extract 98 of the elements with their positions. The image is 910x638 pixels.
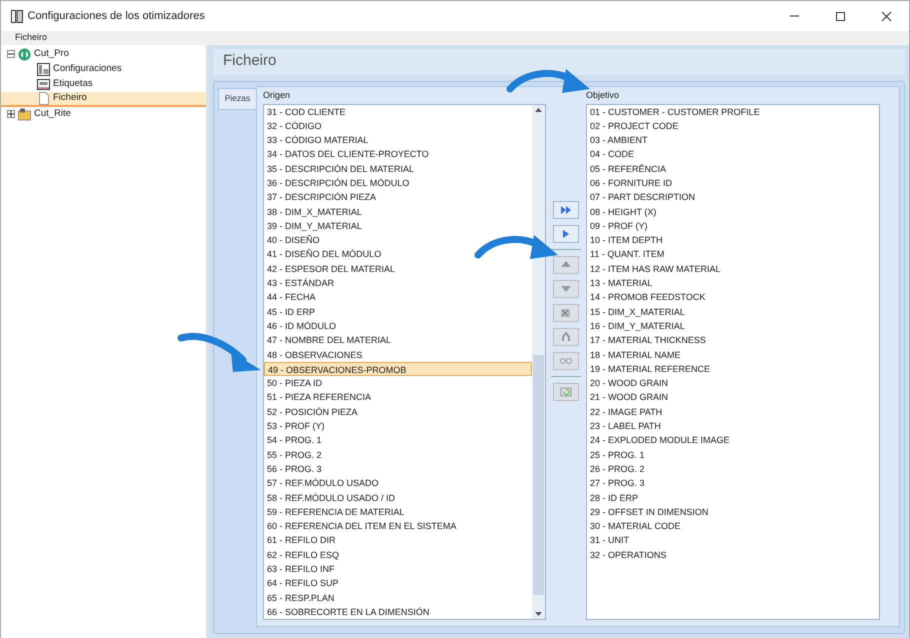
list-item[interactable]: 30 - MATERIAL CODE — [587, 519, 681, 534]
list-item[interactable]: 10 - ITEM DEPTH — [587, 233, 663, 248]
list-item[interactable]: 05 - REFERÊNCIA — [587, 162, 666, 176]
list-item[interactable]: 43 - ESTÁNDAR — [264, 276, 334, 290]
tree-item[interactable]: Cut_Pro — [1, 46, 206, 62]
list-item[interactable]: 04 - CODE — [587, 147, 634, 162]
list-item[interactable]: 32 - CÓDIGO — [264, 118, 322, 134]
group-label: Objetivo — [586, 89, 620, 102]
list-item[interactable]: 64 - REFILO SUP — [264, 576, 339, 591]
list-item[interactable]: 38 - DIM_X_MATERIAL — [264, 204, 362, 219]
list-item[interactable]: 54 - PROG. 1 — [264, 433, 322, 448]
scroll-thumb[interactable] — [533, 355, 544, 596]
tree-item[interactable]: Etiquetas — [1, 76, 206, 92]
list-item[interactable]: 60 - REFERENCIA DEL ITEM EN EL SISTEMA — [264, 519, 456, 534]
list-item[interactable]: 16 - DIM_Y_MATERIAL — [587, 318, 685, 334]
list-item[interactable]: 59 - REFERENCIA DE MATERIAL — [264, 504, 404, 520]
list-item[interactable]: 53 - PROF (Y) — [264, 419, 325, 434]
tree-item[interactable]: Ficheiro — [1, 92, 206, 106]
list-item[interactable]: 25 - PROG. 1 — [587, 448, 645, 462]
list-item[interactable]: 15 - DIM_X_MATERIAL — [587, 304, 685, 319]
list-item[interactable]: 48 - OBSERVACIONES — [264, 348, 362, 362]
list-item[interactable]: 17 - MATERIAL THICKNESS — [587, 333, 706, 348]
list-item[interactable]: 32 - OPERATIONS — [587, 548, 666, 562]
list-item[interactable]: 08 - HEIGHT (X) — [587, 204, 656, 219]
scrollbar[interactable] — [532, 104, 545, 620]
list-item[interactable]: 58 - REF.MÓDULO USADO / ID — [264, 490, 396, 505]
list-item[interactable]: 46 - ID MÓDULO — [264, 318, 336, 334]
file-icon — [37, 92, 50, 104]
list-item[interactable]: 39 - DIM_Y_MATERIAL — [264, 218, 362, 234]
group-label: Origen — [263, 89, 292, 102]
list-item[interactable]: 07 - PART DESCRIPTION — [587, 190, 696, 205]
double-arrow-icon — [560, 204, 572, 214]
app-icon — [11, 10, 23, 22]
list-item[interactable]: 21 - WOOD GRAIN — [587, 390, 668, 405]
list-item[interactable]: 29 - OFFSET IN DIMENSION — [587, 504, 708, 520]
list-item[interactable]: 02 - PROJECT CODE — [587, 118, 678, 134]
list-item[interactable]: 31 - COD CLIENTE — [264, 104, 346, 119]
list-item[interactable]: 49 - OBSERVACIONES-PROMOB — [264, 362, 532, 376]
tool-button[interactable] — [553, 224, 579, 242]
list-item[interactable]: 31 - UNIT — [587, 533, 630, 548]
list-item[interactable]: 22 - IMAGE PATH — [587, 404, 662, 420]
list-item[interactable]: 13 - MATERIAL — [587, 276, 652, 290]
list-item[interactable]: 33 - CÓDIGO MATERIAL — [264, 133, 368, 148]
list-item[interactable]: 62 - REFILO ESQ — [264, 548, 340, 562]
list-item[interactable]: 65 - RESP.PLAN — [264, 590, 334, 605]
list-item[interactable]: 52 - POSICIÓN PIEZA — [264, 404, 358, 420]
list-item[interactable]: 57 - REF.MÓDULO USADO — [264, 476, 379, 491]
label-icon — [37, 78, 50, 90]
list-item[interactable]: 37 - DESCRIPCIÓN PIEZA — [264, 190, 376, 205]
list-item[interactable]: 56 - PROG. 3 — [264, 462, 322, 476]
tool-button[interactable] — [553, 200, 579, 218]
list-item[interactable]: 36 - DESCRIPCIÓN DEL MÓDULO — [264, 176, 410, 190]
list-item[interactable]: 01 - CUSTOMER - CUSTOMER PROFILE — [587, 104, 760, 119]
arrow-up-icon — [560, 260, 572, 270]
arrow-down-icon — [560, 284, 572, 294]
list-item[interactable]: 44 - FECHA — [264, 290, 316, 305]
list-item[interactable]: 61 - REFILO DIR — [264, 533, 336, 548]
grid-icon — [37, 62, 50, 76]
list-item[interactable]: 51 - PIEZA REFERENCIA — [264, 390, 372, 405]
list-item[interactable]: 47 - NOMBRE DEL MATERIAL — [264, 333, 392, 348]
list-item[interactable]: 63 - REFILO INF — [264, 562, 335, 576]
list-item[interactable]: 24 - EXPLODED MODULE IMAGE — [587, 433, 730, 448]
refresh-icon — [560, 386, 572, 396]
list-item[interactable]: 41 - DISEÑO DEL MÓDULO — [264, 247, 382, 262]
list-item[interactable]: 12 - ITEM HAS RAW MATERIAL — [587, 262, 721, 276]
list-item[interactable]: 45 - ID ERP — [264, 304, 316, 319]
list-item[interactable]: 42 - ESPESOR DEL MATERIAL — [264, 262, 396, 276]
list-item[interactable]: 19 - MATERIAL REFERENCE — [587, 362, 710, 376]
list-item[interactable]: 27 - PROG. 3 — [587, 476, 645, 491]
plus-icon — [8, 111, 14, 117]
list-item[interactable]: 34 - DATOS DEL CLIENTE-PROYECTO — [264, 147, 429, 162]
list-item[interactable]: 18 - MATERIAL NAME — [587, 348, 681, 362]
list-item[interactable]: 55 - PROG. 2 — [264, 448, 322, 462]
list-item[interactable]: 06 - FORNITURE ID — [587, 176, 672, 190]
list-item[interactable]: 03 - AMBIENT — [587, 133, 648, 148]
tree-item[interactable]: Cut_Rite — [1, 106, 206, 122]
list-item[interactable]: 23 - LABEL PATH — [587, 419, 661, 434]
window-title: Configuraciones de los otimizadores — [28, 8, 205, 24]
folder-icon — [18, 108, 31, 120]
list-item[interactable]: 09 - PROF (Y) — [587, 218, 648, 234]
list-item[interactable]: 40 - DISEÑO — [264, 233, 320, 248]
list-item[interactable]: 11 - QUANT. ITEM — [587, 247, 664, 262]
list-item[interactable]: 50 - PIEZA ID — [264, 376, 322, 390]
minus-icon — [8, 51, 14, 57]
panel-title: Ficheiro — [213, 48, 905, 74]
list-item[interactable]: 26 - PROG. 2 — [587, 462, 645, 476]
list-item[interactable]: 28 - ID ERP — [587, 490, 638, 505]
close-icon — [880, 10, 892, 22]
list-item[interactable]: 66 - SOBRECORTE EN LA DIMENSIÓN — [264, 604, 430, 620]
side-tab[interactable]: Piezas — [218, 88, 256, 110]
list-item[interactable]: 35 - DESCRIPCIÓN DEL MATERIAL — [264, 162, 414, 176]
globe-icon — [18, 48, 31, 60]
delete-icon — [560, 308, 572, 318]
tree-item[interactable]: Configuraciones — [1, 62, 206, 76]
list-item[interactable]: 14 - PROMOB FEEDSTOCK — [587, 290, 706, 305]
list-item[interactable]: 20 - WOOD GRAIN — [587, 376, 668, 390]
maximize-icon — [834, 10, 846, 22]
menu-item[interactable]: Ficheiro — [15, 31, 48, 44]
